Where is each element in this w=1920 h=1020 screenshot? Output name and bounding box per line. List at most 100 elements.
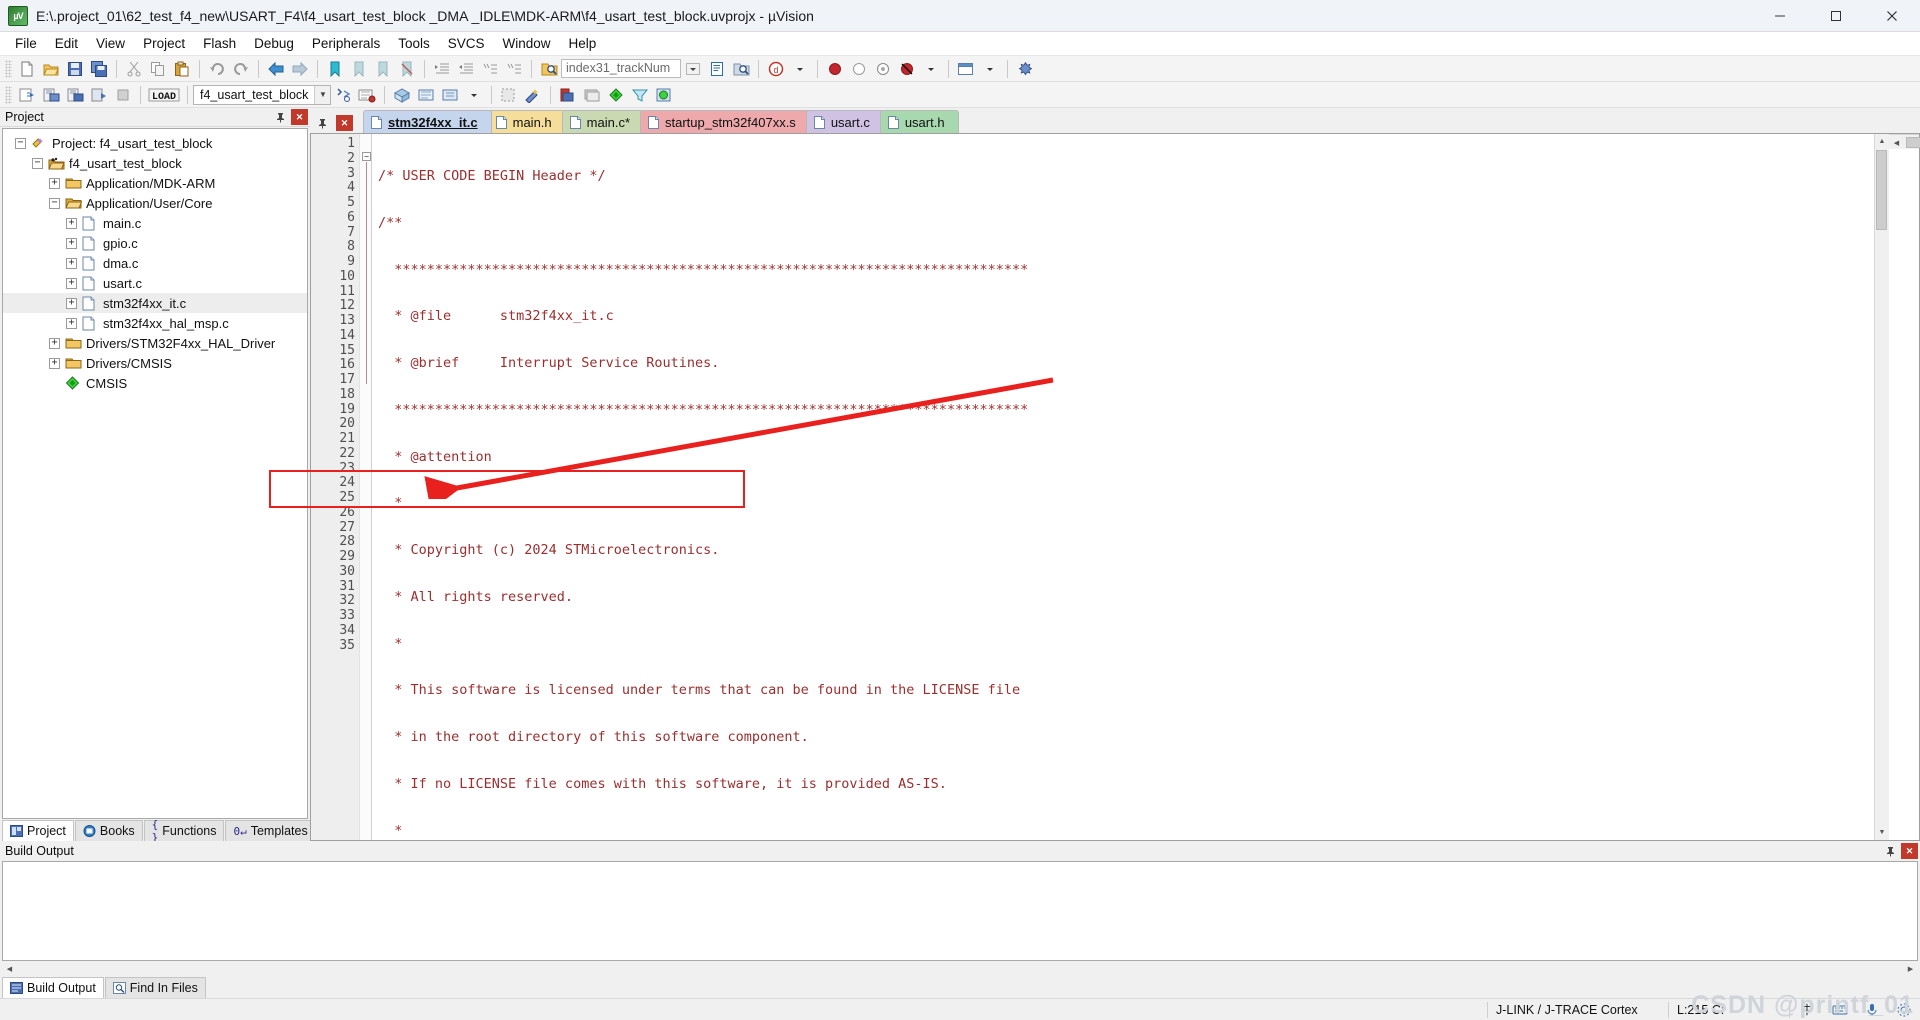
menu-flash[interactable]: Flash bbox=[194, 33, 245, 54]
tree-node-project-root[interactable]: − Project: f4_usart_test_block bbox=[3, 133, 307, 153]
hscroll-track[interactable] bbox=[17, 961, 1903, 976]
editor-tab-usart-c[interactable]: usart.c bbox=[805, 110, 884, 133]
uncomment-icon[interactable] bbox=[503, 58, 525, 80]
tree-node-dma-c[interactable]: + dma.c bbox=[3, 253, 307, 273]
combo-dropdown-icon[interactable] bbox=[682, 58, 704, 80]
copy-icon[interactable] bbox=[147, 58, 169, 80]
paste-icon[interactable] bbox=[171, 58, 193, 80]
pin-icon[interactable] bbox=[314, 115, 331, 131]
select-software-packs-icon[interactable] bbox=[415, 84, 437, 106]
open-file-icon[interactable] bbox=[40, 58, 62, 80]
expander-plus-icon[interactable]: + bbox=[49, 177, 60, 189]
editor-vertical-scrollbar[interactable]: ▲ ▼ bbox=[1874, 134, 1889, 840]
find-next-icon[interactable] bbox=[706, 58, 728, 80]
rebuild-icon[interactable] bbox=[64, 84, 86, 106]
minimize-button[interactable] bbox=[1752, 0, 1808, 32]
close-button[interactable] bbox=[1864, 0, 1920, 32]
bookmark-toggle-icon[interactable] bbox=[324, 58, 346, 80]
menu-debug[interactable]: Debug bbox=[245, 33, 303, 54]
menu-file[interactable]: File bbox=[6, 33, 46, 54]
toolbar-grip[interactable] bbox=[5, 59, 12, 78]
menu-project[interactable]: Project bbox=[134, 33, 194, 54]
target-options-dialog-icon[interactable] bbox=[557, 84, 579, 106]
tree-node-application-mdk-arm[interactable]: + Application/MDK-ARM bbox=[3, 173, 307, 193]
bookmark-clear-icon[interactable] bbox=[396, 58, 418, 80]
scrollbar-thumb[interactable] bbox=[1906, 137, 1920, 148]
close-icon[interactable]: ✕ bbox=[291, 109, 308, 125]
menu-window[interactable]: Window bbox=[493, 33, 559, 54]
undo-icon[interactable] bbox=[206, 58, 228, 80]
scroll-left-icon[interactable]: ◀ bbox=[2, 961, 17, 976]
menu-svcs[interactable]: SVCS bbox=[439, 33, 494, 54]
redo-icon[interactable] bbox=[230, 58, 252, 80]
expander-plus-icon[interactable]: + bbox=[66, 257, 77, 269]
download-icon[interactable]: LOAD bbox=[147, 84, 181, 106]
tree-node-drivers-cmsis[interactable]: + Drivers/CMSIS bbox=[3, 353, 307, 373]
debug-dropdown-icon[interactable] bbox=[789, 58, 811, 80]
comment-icon[interactable] bbox=[479, 58, 501, 80]
chevron-down-icon[interactable]: ▼ bbox=[314, 85, 331, 104]
expander-minus-icon[interactable]: − bbox=[32, 157, 43, 169]
cmsis-pack-icon[interactable] bbox=[605, 84, 627, 106]
bookmark-prev-icon[interactable] bbox=[348, 58, 370, 80]
expander-plus-icon[interactable]: + bbox=[66, 297, 77, 309]
code-text[interactable]: /* USER CODE BEGIN Header */ /** *******… bbox=[372, 134, 1874, 840]
menu-edit[interactable]: Edit bbox=[46, 33, 87, 54]
expander-minus-icon[interactable]: − bbox=[15, 137, 26, 149]
expander-plus-icon[interactable]: + bbox=[66, 217, 77, 229]
indent-icon[interactable] bbox=[431, 58, 453, 80]
new-file-icon[interactable] bbox=[16, 58, 38, 80]
editor-tab-startup-stm32f407xx-s[interactable]: startup_stm32f407xx.s bbox=[640, 110, 810, 133]
menu-tools[interactable]: Tools bbox=[389, 33, 439, 54]
build-output-hscrollbar[interactable]: ◀ ▶ bbox=[2, 961, 1918, 976]
code-viewport[interactable]: 1 2 3 4 5 6 7 8 9 10 11 12 13 14 15 16 1… bbox=[311, 134, 1889, 840]
tree-node-gpio-c[interactable]: + gpio.c bbox=[3, 233, 307, 253]
project-items-dropdown-icon[interactable] bbox=[463, 84, 485, 106]
pack-filter-icon[interactable] bbox=[629, 84, 651, 106]
scroll-up-icon[interactable]: ▲ bbox=[1874, 134, 1889, 149]
target-options-icon[interactable] bbox=[332, 84, 354, 106]
target-selector[interactable]: f4_usart_test_block ▼ bbox=[193, 84, 332, 105]
build-icon[interactable] bbox=[40, 84, 62, 106]
tree-node-application-user-core[interactable]: − Application/User/Core bbox=[3, 193, 307, 213]
tab-find-in-files[interactable]: Find In Files bbox=[104, 977, 206, 998]
layout-dropdown-icon[interactable] bbox=[979, 58, 1001, 80]
scroll-down-icon[interactable]: ▼ bbox=[1874, 825, 1889, 840]
editor-tab-main-c[interactable]: main.c* bbox=[561, 110, 645, 133]
tab-functions[interactable]: { } Functions bbox=[143, 818, 225, 844]
tree-node-drivers-hal[interactable]: + Drivers/STM32F4xx_HAL_Driver bbox=[3, 333, 307, 353]
expander-plus-icon[interactable]: + bbox=[49, 357, 60, 369]
tab-books[interactable]: Books bbox=[74, 820, 143, 841]
navigate-back-icon[interactable] bbox=[265, 58, 287, 80]
find-in-files-icon[interactable] bbox=[538, 58, 560, 80]
pack-installer-icon[interactable] bbox=[391, 84, 413, 106]
disable-all-breakpoints-icon[interactable] bbox=[872, 58, 894, 80]
translate-icon[interactable] bbox=[16, 84, 38, 106]
expander-plus-icon[interactable]: + bbox=[49, 337, 60, 349]
project-tree[interactable]: − Project: f4_usart_test_block − f4_usar… bbox=[2, 128, 308, 819]
outdent-icon[interactable] bbox=[455, 58, 477, 80]
scroll-left-icon[interactable]: ◀ bbox=[1889, 135, 1904, 150]
close-icon[interactable]: ✕ bbox=[336, 115, 353, 131]
pin-icon[interactable] bbox=[1882, 843, 1899, 859]
code-folding-column[interactable]: − bbox=[359, 134, 372, 840]
bookmark-next-icon[interactable] bbox=[372, 58, 394, 80]
tree-node-stm32f4xx-hal-msp-c[interactable]: + stm32f4xx_hal_msp.c bbox=[3, 313, 307, 333]
pin-icon[interactable] bbox=[272, 109, 289, 125]
save-icon[interactable] bbox=[64, 58, 86, 80]
expander-minus-icon[interactable]: − bbox=[49, 197, 60, 209]
books-icon[interactable] bbox=[581, 84, 603, 106]
tree-node-cmsis[interactable]: CMSIS bbox=[3, 373, 307, 393]
stop-build-icon[interactable] bbox=[112, 84, 134, 106]
debug-icon[interactable]: d bbox=[765, 58, 787, 80]
expander-plus-icon[interactable]: + bbox=[66, 317, 77, 329]
pack-globe-icon[interactable] bbox=[653, 84, 675, 106]
manage-project-icon[interactable] bbox=[439, 84, 461, 106]
tab-project[interactable]: Project bbox=[2, 820, 74, 841]
close-icon[interactable]: ✕ bbox=[1901, 843, 1918, 859]
expander-plus-icon[interactable]: + bbox=[66, 237, 77, 249]
find-combo-box[interactable]: index31_trackNum bbox=[561, 59, 681, 78]
breakpoints-dropdown-icon[interactable] bbox=[920, 58, 942, 80]
tab-templates[interactable]: 0↵ Templates bbox=[225, 820, 316, 841]
fold-toggle-icon[interactable]: − bbox=[362, 152, 371, 161]
